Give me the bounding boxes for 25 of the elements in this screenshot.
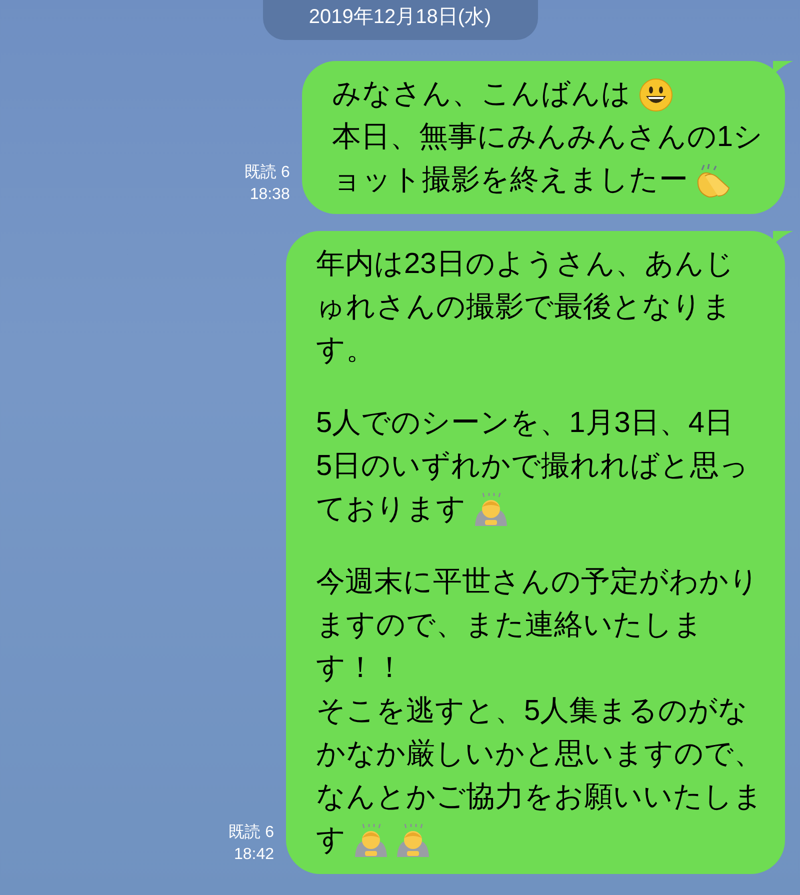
message-text: 5日のいずれかで撮れればと思っ xyxy=(316,449,750,484)
message-text: 年内は23日のようさん、あんじ xyxy=(316,247,734,282)
message-text: す！！ xyxy=(316,651,404,686)
message-text: ております xyxy=(316,492,466,527)
read-receipt: 既読 6 xyxy=(244,162,290,183)
bowing-figure-icon xyxy=(354,824,388,858)
message-text: す xyxy=(316,823,346,858)
message-text: ョット撮影を終えましたー xyxy=(332,163,688,198)
message-text: ますので、また連絡いたしま xyxy=(316,608,703,643)
message-text: そこを逃すと、5人集まるのがな xyxy=(316,694,748,729)
message-text: なんとかご協力をお願いいたしま xyxy=(316,780,763,815)
date-label: 2019年12月18日(水) xyxy=(262,0,538,40)
message-time: 18:38 xyxy=(250,185,290,205)
read-receipt: 既読 6 xyxy=(228,822,274,843)
message-text: みなさん、こんばんは xyxy=(332,77,631,112)
bowing-figure-icon xyxy=(396,824,430,858)
message-text: ゅれさんの撮影で最後となりま xyxy=(316,290,732,325)
message-time: 18:42 xyxy=(234,845,274,865)
message-text: かなか厳しいかと思いますので、 xyxy=(316,737,763,772)
bowing-figure-icon xyxy=(474,492,508,526)
message-text: す。 xyxy=(316,333,375,368)
message-text: 5人でのシーンを、1月3日、4日 xyxy=(316,406,734,441)
message-text: 今週末に平世さんの予定がわかり xyxy=(316,565,759,600)
smiley-icon xyxy=(638,78,673,112)
message-text: 本日、無事にみんみんさんの1シ xyxy=(332,120,763,155)
